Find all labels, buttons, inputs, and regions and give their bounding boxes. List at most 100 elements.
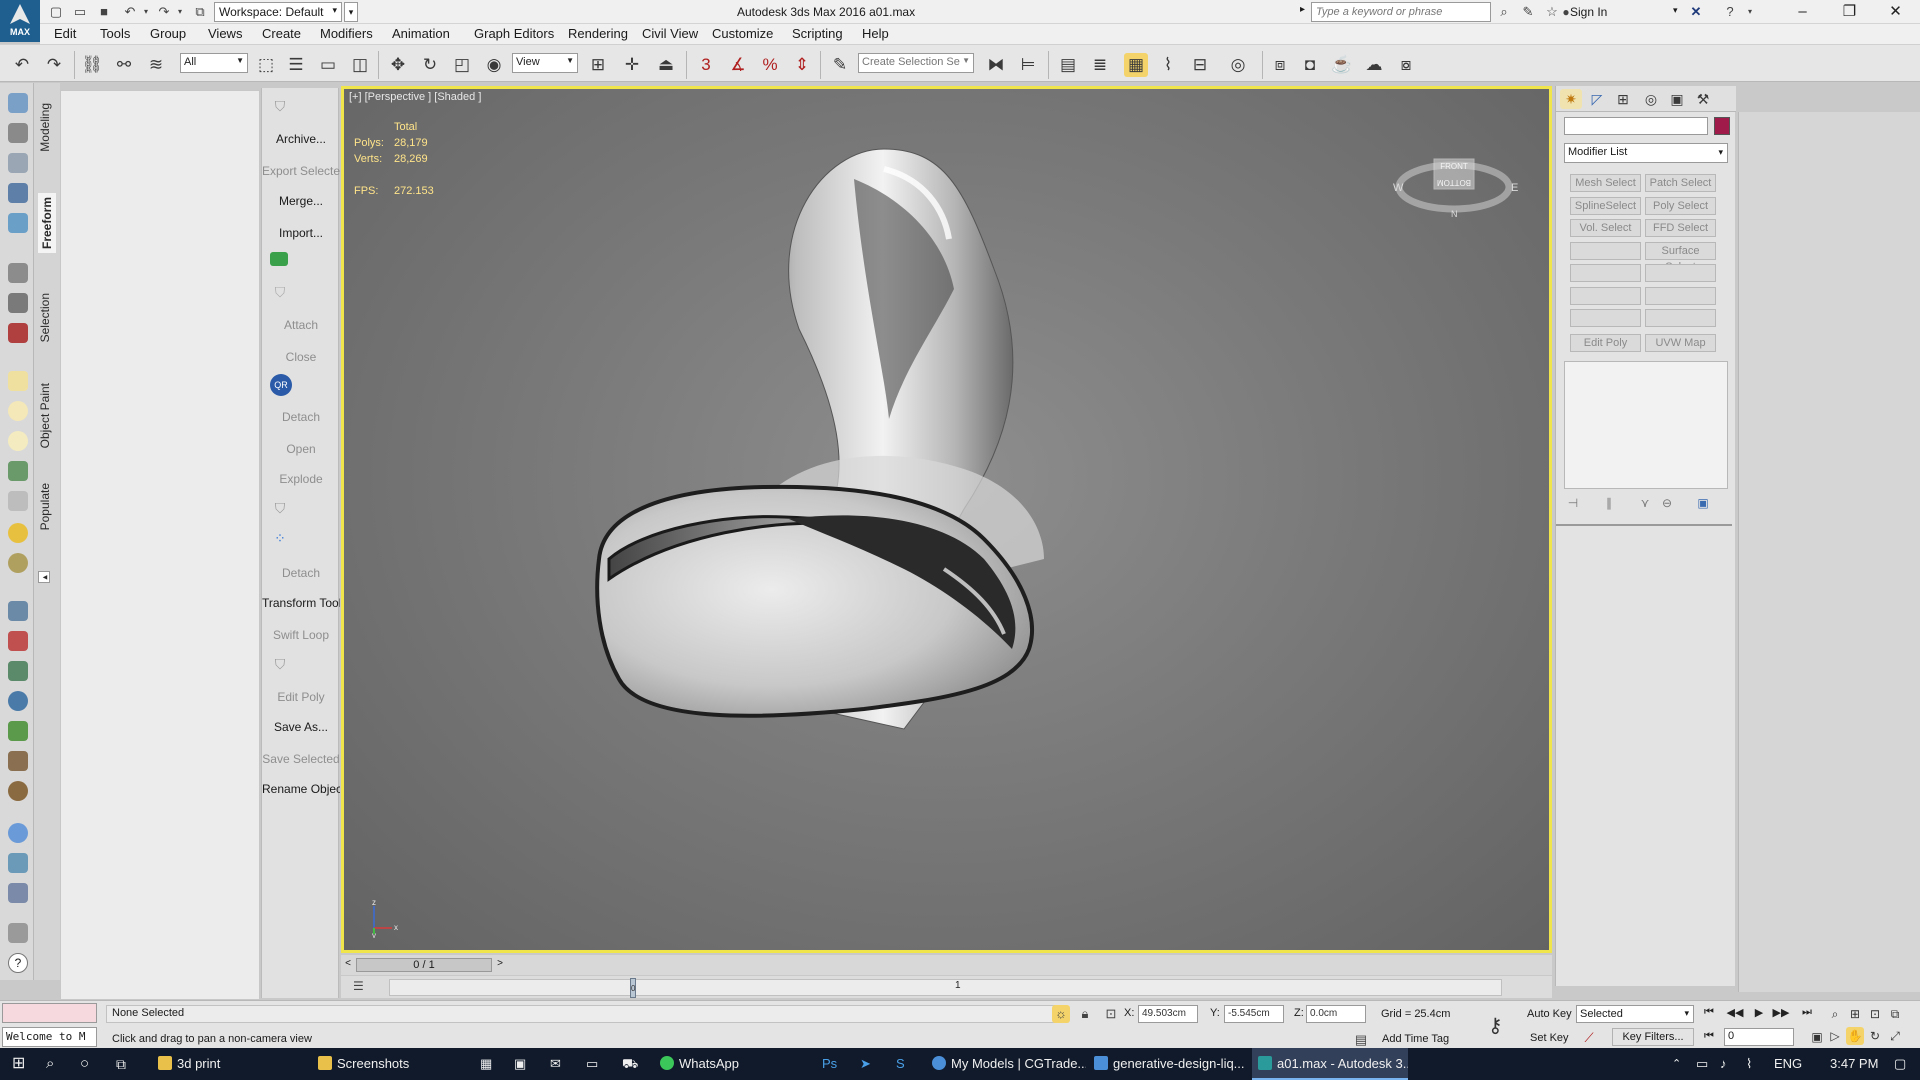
- tab-selection[interactable]: Selection: [38, 293, 52, 342]
- pan-view-icon[interactable]: ✋: [1846, 1027, 1864, 1045]
- key-tangent-icon[interactable]: ⟋: [1580, 1029, 1598, 1047]
- disc-icon[interactable]: [8, 401, 28, 421]
- detach-button[interactable]: Detach: [262, 410, 340, 424]
- quick-access-customize-button[interactable]: ▾: [344, 2, 358, 22]
- save-icon[interactable]: ■: [96, 4, 112, 20]
- compass-east[interactable]: E: [1511, 182, 1518, 194]
- tray-expand-icon[interactable]: ⌃: [1672, 1048, 1681, 1080]
- viewport-label-menu[interactable]: [+] [Perspective ] [Shaded ]: [349, 91, 481, 103]
- taskbar-app-generative-design[interactable]: generative-design-liq...: [1088, 1048, 1248, 1080]
- container-icon[interactable]: [8, 93, 28, 113]
- material-editor-icon[interactable]: ◎: [1226, 53, 1250, 77]
- time-configuration-icon[interactable]: ▣: [1808, 1028, 1826, 1046]
- curve-editor-icon[interactable]: ⌇: [1156, 53, 1180, 77]
- hierarchy-tab-icon[interactable]: ⊞: [1612, 89, 1634, 109]
- menu-rendering[interactable]: Rendering: [568, 26, 628, 41]
- go-to-start-icon[interactable]: ⏮: [1700, 1006, 1718, 1022]
- reference-coordinate-dropdown[interactable]: View ▼: [512, 53, 578, 73]
- sphere-icon[interactable]: [8, 431, 28, 451]
- exchange-apps-icon[interactable]: ✕: [1688, 4, 1704, 20]
- merge-button[interactable]: Merge...: [262, 194, 340, 208]
- poly-select-button[interactable]: Poly Select: [1645, 197, 1716, 215]
- help-icon[interactable]: ?: [1722, 4, 1738, 20]
- pivot-center-icon[interactable]: ⊞: [586, 53, 610, 77]
- uvw-map-button[interactable]: UVW Map: [1645, 334, 1716, 352]
- swift-loop-button[interactable]: Swift Loop: [262, 628, 340, 642]
- modifier-slot-button[interactable]: [1570, 242, 1641, 260]
- next-frame-button[interactable]: >: [493, 958, 507, 972]
- motion-tab-icon[interactable]: ◎: [1640, 89, 1662, 109]
- remove-modifier-icon[interactable]: ⊖: [1658, 494, 1676, 512]
- attach-button[interactable]: Attach: [262, 318, 340, 332]
- display-icon[interactable]: [8, 883, 28, 903]
- menu-tools[interactable]: Tools: [100, 26, 130, 41]
- x-coordinate-field[interactable]: 49.503cm: [1138, 1005, 1198, 1023]
- menu-graph-editors[interactable]: Graph Editors: [474, 26, 554, 41]
- help-dropdown-icon[interactable]: ▾: [1742, 4, 1758, 20]
- modifier-slot-button[interactable]: [1645, 287, 1716, 305]
- track-ruler[interactable]: 0 1: [389, 978, 1502, 998]
- menu-group[interactable]: Group: [150, 26, 186, 41]
- compass-west[interactable]: W: [1393, 182, 1404, 194]
- tree-icon[interactable]: [8, 751, 28, 771]
- new-file-icon[interactable]: ▢: [48, 4, 64, 20]
- set-key-button[interactable]: Set Key: [1530, 1032, 1569, 1044]
- archive-button[interactable]: Archive...: [262, 132, 340, 146]
- ffd-select-button[interactable]: FFD Select: [1645, 219, 1716, 237]
- menu-help[interactable]: Help: [862, 26, 889, 41]
- viewport-layout-icon[interactable]: [8, 123, 28, 143]
- window-crossing-icon[interactable]: ◫: [348, 53, 372, 77]
- notifications-icon[interactable]: ▢: [1894, 1048, 1906, 1080]
- image-icon[interactable]: [270, 252, 288, 266]
- surface-select-button[interactable]: Surface Select: [1645, 242, 1716, 273]
- edit-poly-button[interactable]: Edit Poly: [1570, 334, 1641, 352]
- dots-icon[interactable]: ⁘: [270, 528, 290, 548]
- layer-icon[interactable]: [8, 213, 28, 233]
- tab-object-paint[interactable]: Object Paint: [38, 383, 52, 448]
- particle-icon[interactable]: [8, 631, 28, 651]
- foliage-icon[interactable]: [8, 721, 28, 741]
- import-button[interactable]: Import...: [262, 226, 340, 240]
- character-icon[interactable]: [8, 293, 28, 313]
- percent-snap-icon[interactable]: %: [758, 53, 782, 77]
- redo-icon[interactable]: ↷: [42, 53, 66, 77]
- auto-key-button[interactable]: Auto Key: [1527, 1008, 1572, 1020]
- language-indicator[interactable]: ENG: [1774, 1048, 1802, 1080]
- face-icon[interactable]: [8, 323, 28, 343]
- modifier-slot-button[interactable]: [1570, 309, 1641, 327]
- modifier-slot-button[interactable]: [1570, 287, 1641, 305]
- layer-explorer-icon[interactable]: ≣: [1088, 53, 1112, 77]
- tab-populate[interactable]: Populate: [38, 483, 52, 530]
- orbit-icon[interactable]: ↻: [1866, 1027, 1884, 1045]
- crowd-icon[interactable]: [8, 661, 28, 681]
- utilities-tab-icon[interactable]: ⚒: [1692, 89, 1714, 109]
- utilities-icon[interactable]: [8, 923, 28, 943]
- configure-modifier-sets-icon[interactable]: ▣: [1694, 494, 1712, 512]
- save-selected-button[interactable]: Save Selected: [262, 752, 340, 766]
- target-icon[interactable]: [8, 553, 28, 573]
- render-in-cloud-icon[interactable]: ☁: [1362, 53, 1386, 77]
- maximize-viewport-icon[interactable]: ⤢: [1886, 1027, 1904, 1045]
- snaps-toggle-icon[interactable]: 3: [694, 53, 718, 77]
- previous-frame-button[interactable]: <: [341, 958, 355, 972]
- key-icon[interactable]: ⚷: [1488, 1013, 1503, 1038]
- make-unique-icon[interactable]: ⋎: [1636, 494, 1654, 512]
- schematic-view-icon[interactable]: ⊟: [1188, 53, 1212, 77]
- key-mode-dropdown[interactable]: Selected ▾: [1576, 1005, 1694, 1023]
- selection-lock-icon[interactable]: 🔒︎: [1076, 1005, 1094, 1023]
- next-key-icon[interactable]: ▶▶: [1772, 1006, 1790, 1022]
- volume-icon[interactable]: ♪: [1720, 1048, 1727, 1080]
- absolute-mode-icon[interactable]: ⊡: [1102, 1005, 1120, 1023]
- angle-snap-icon[interactable]: ∡: [726, 53, 750, 77]
- display-tab-icon[interactable]: ▣: [1666, 89, 1688, 109]
- trackbar[interactable]: ☰ 0 1: [341, 976, 1552, 998]
- spline-select-button[interactable]: SplineSelect: [1570, 197, 1641, 215]
- help-search-input[interactable]: Type a keyword or phrase: [1311, 2, 1491, 22]
- named-selection-sets-dropdown[interactable]: Create Selection Se ▼: [858, 53, 974, 73]
- taskbar-app-screenshots[interactable]: Screenshots: [312, 1048, 467, 1080]
- table-icon[interactable]: [8, 183, 28, 203]
- menu-modifiers[interactable]: Modifiers: [320, 26, 373, 41]
- selection-filter-dropdown[interactable]: All ▼: [180, 53, 248, 73]
- wood-icon[interactable]: [8, 781, 28, 801]
- subscription-icon[interactable]: ✎: [1520, 4, 1536, 20]
